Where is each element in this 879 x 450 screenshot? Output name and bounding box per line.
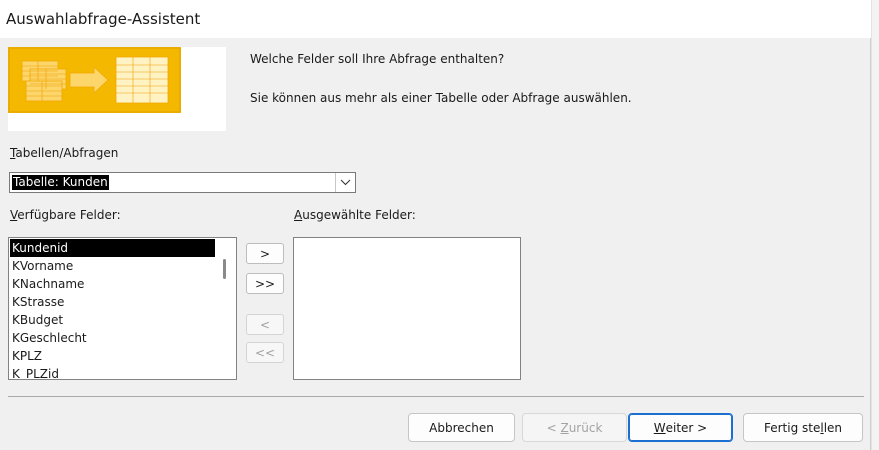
list-item[interactable]: Kundenid (10, 239, 215, 257)
selected-fields-label: Ausgewählte Felder: (294, 208, 416, 222)
wizard-illustration (8, 47, 226, 131)
selected-label-rest: usgewählte Felder: (302, 208, 416, 222)
list-item[interactable]: K_PLZid (10, 365, 215, 379)
list-item[interactable]: KNachname (10, 275, 215, 293)
back-button-accesskey: Z (560, 420, 569, 435)
tables-label-rest: abellen/Abfragen (15, 146, 119, 160)
add-field-button[interactable]: > (246, 243, 284, 264)
available-label-rest: erfügbare Felder: (17, 208, 121, 222)
finish-button[interactable]: Fertig ste l len (743, 413, 863, 442)
next-button-accesskey: W (653, 420, 666, 435)
back-button-prefix: < (546, 420, 561, 435)
selected-fields-list[interactable] (293, 237, 521, 380)
intro-hint: Sie können aus mehr als einer Tabelle od… (250, 91, 632, 105)
list-item[interactable]: KGeschlecht (10, 329, 215, 347)
list-scrollbar-thumb[interactable] (223, 259, 226, 279)
title-bar[interactable]: Auswahlabfrage-Assistent (0, 0, 871, 38)
remove-all-fields-button[interactable]: << (246, 342, 284, 363)
add-all-fields-button[interactable]: >> (246, 273, 284, 294)
next-button-rest: eiter > (665, 420, 708, 435)
cancel-button[interactable]: Abbrechen (408, 413, 515, 442)
intro-question: Welche Felder soll Ihre Abfrage enthalte… (250, 52, 505, 66)
finish-button-prefix: Fertig ste (763, 420, 821, 435)
window-title: Auswahlabfrage-Assistent (6, 10, 201, 28)
available-fields-label: Verfügbare Felder: (10, 208, 121, 222)
back-button-rest: urück (568, 420, 603, 435)
tables-combobox[interactable]: Tabelle: Kunden (9, 172, 356, 193)
list-item[interactable]: KVorname (10, 257, 215, 275)
finish-button-rest: len (823, 420, 843, 435)
list-item[interactable]: KPLZ (10, 347, 215, 365)
back-button[interactable]: < Zurück (522, 413, 627, 442)
table-transfer-icon (8, 47, 181, 113)
list-item[interactable]: KStrasse (10, 293, 215, 311)
selected-label-accesskey: A (294, 208, 303, 222)
next-button[interactable]: Weiter > (628, 413, 733, 442)
wizard-window: Auswahlabfrage-Assistent Welche Felder s… (0, 0, 871, 450)
tables-combobox-value: Tabelle: Kunden (12, 175, 109, 190)
tables-label: Tabellen/Abfragen (10, 146, 118, 160)
button-separator (8, 396, 864, 397)
list-item[interactable]: KBudget (10, 311, 215, 329)
window-edge (871, 0, 879, 450)
remove-field-button[interactable]: < (246, 314, 284, 335)
chevron-down-icon[interactable] (335, 173, 355, 192)
available-fields-list[interactable]: Kundenid KVorname KNachname KStrasse KBudget… (8, 237, 237, 380)
